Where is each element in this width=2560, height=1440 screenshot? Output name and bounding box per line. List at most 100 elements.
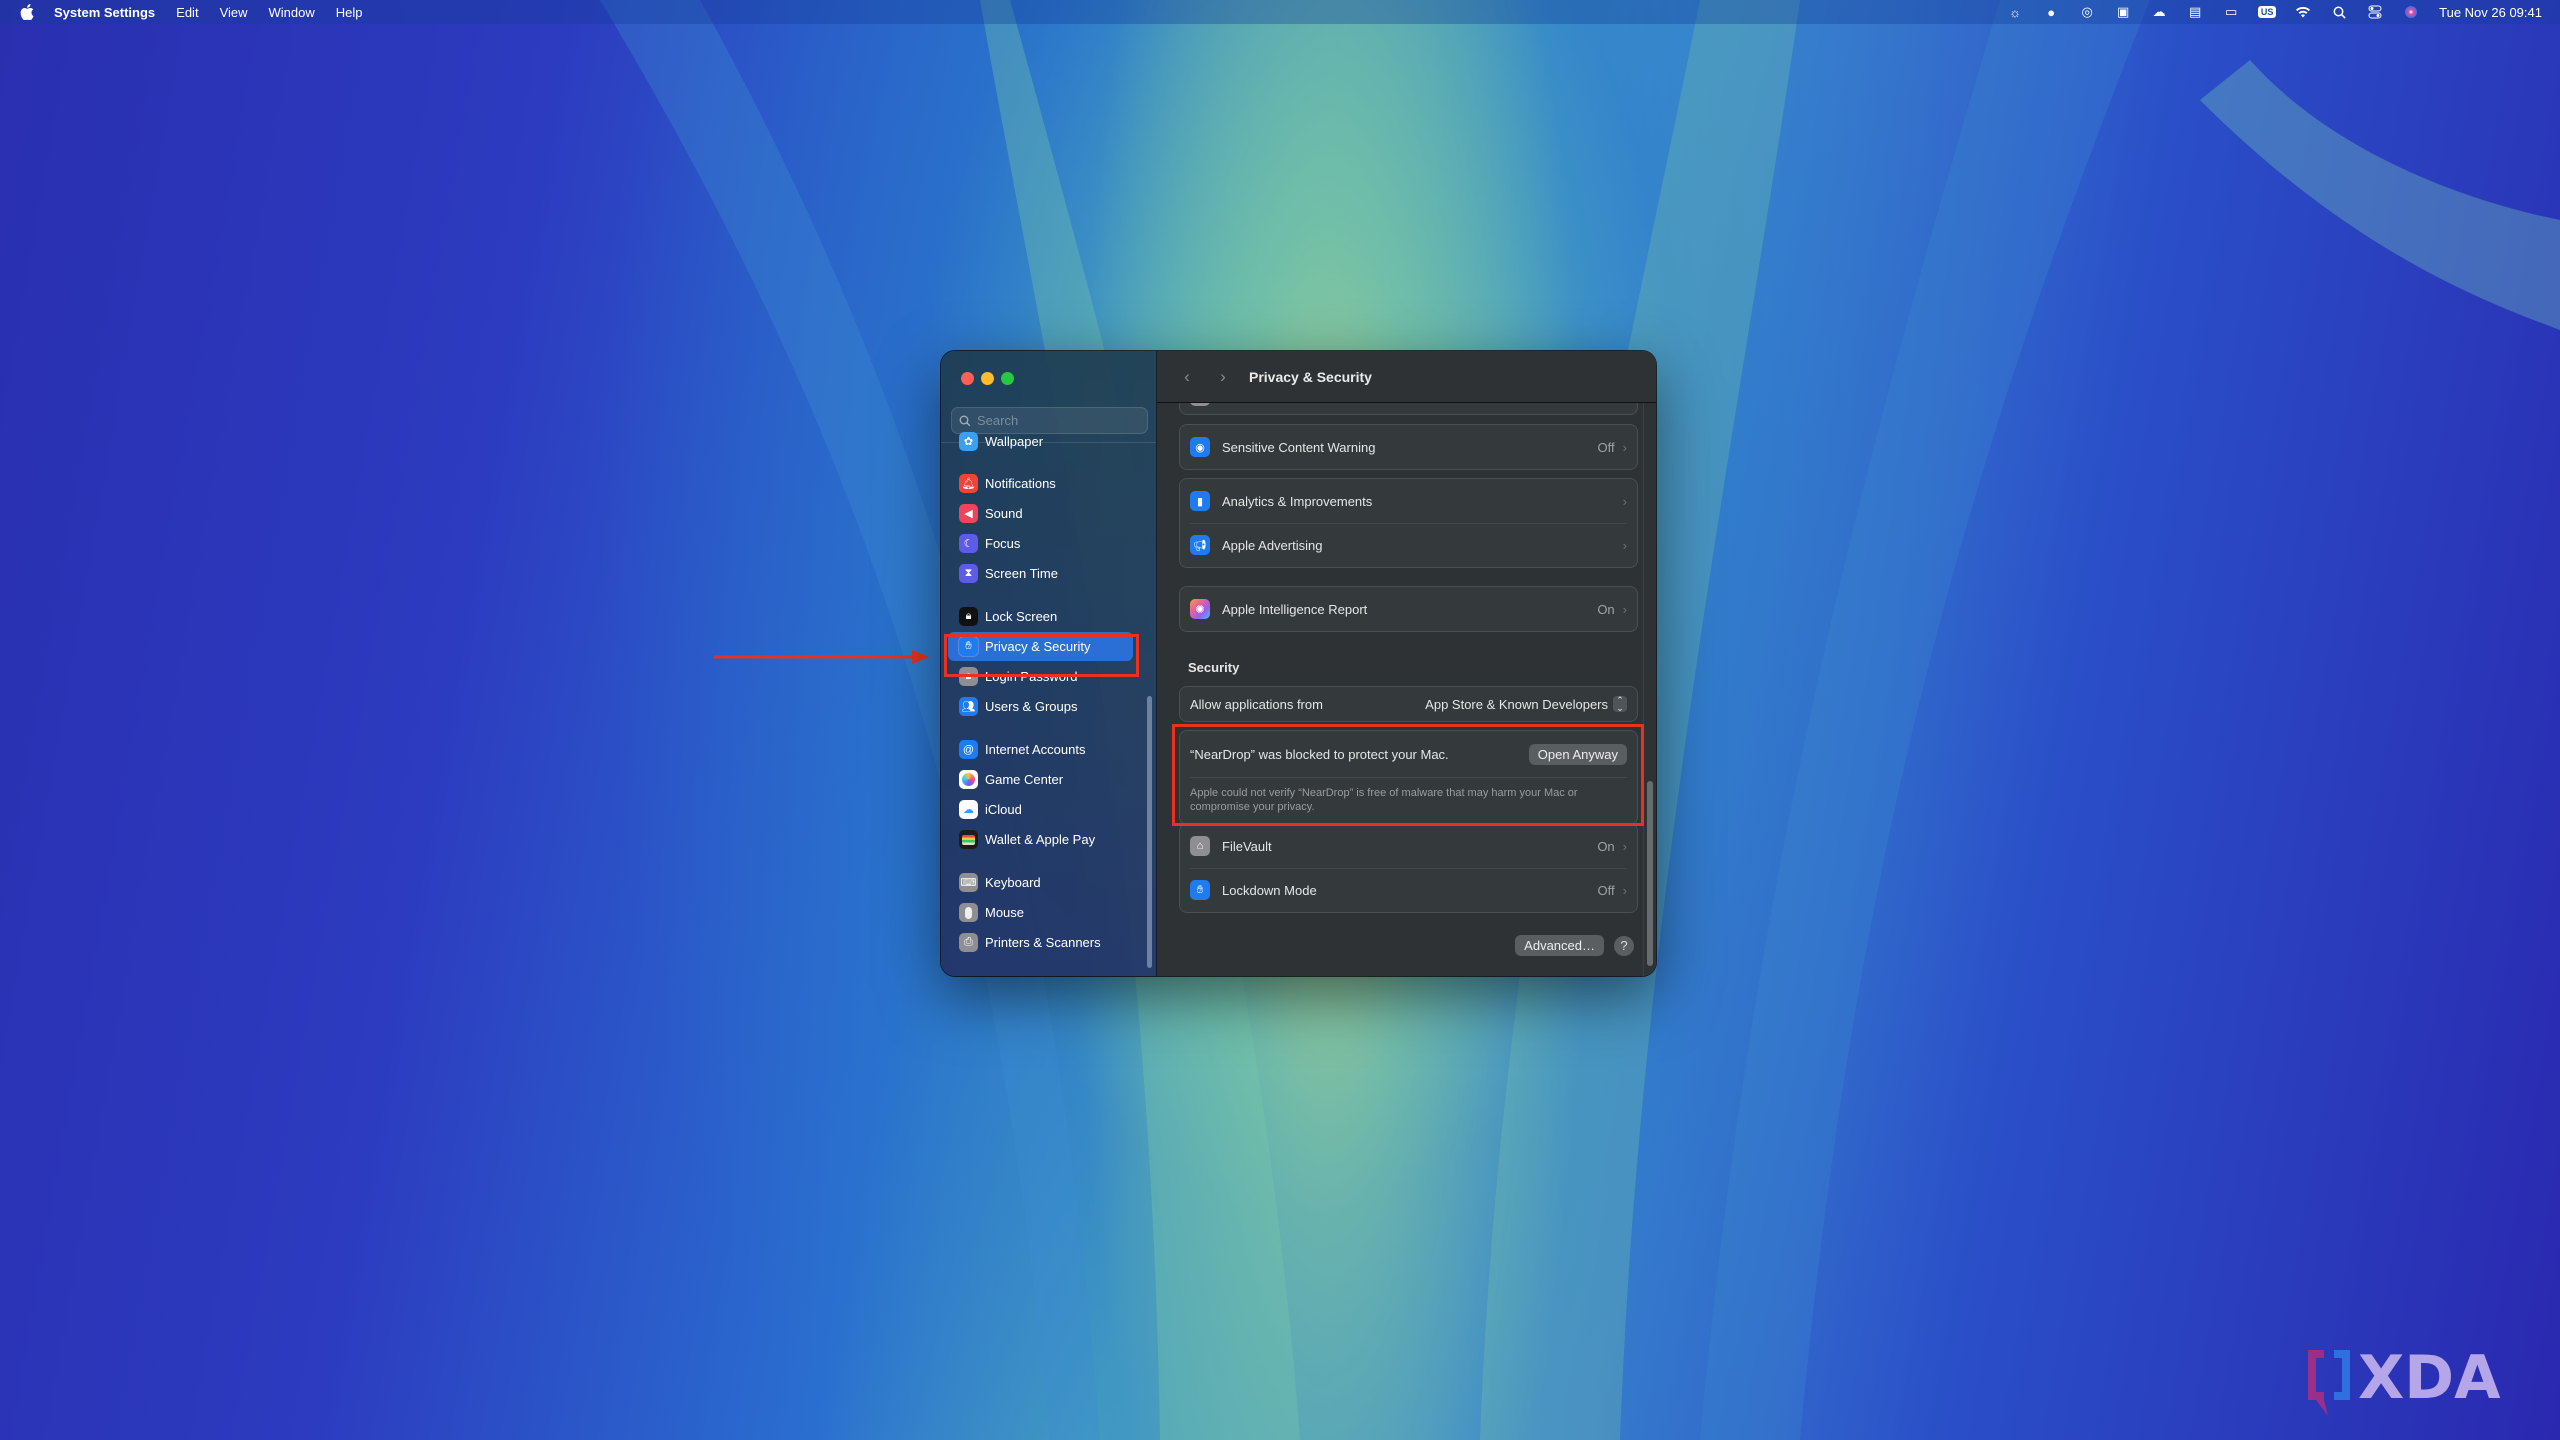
megaphone-icon: 📢︎ [1190,535,1210,555]
brightness-icon[interactable]: ☼ [1997,2,2033,22]
minimize-button[interactable] [981,372,994,385]
apple-intelligence-icon: ✺ [1190,599,1210,619]
blocked-description: Apple could not verify “NearDrop” is fre… [1180,777,1637,824]
wifi-icon[interactable] [2285,2,2321,22]
window-controls [961,372,1014,385]
help-button[interactable]: ? [1614,935,1634,956]
forward-chevron-icon[interactable]: › [1209,367,1237,387]
sidebar-item-label: Internet Accounts [985,742,1086,757]
control-center-icon[interactable] [2357,2,2393,22]
sidebar-item-lock-screen[interactable]: 🔒︎ Lock Screen [948,602,1133,631]
row-label: Apple Intelligence Report [1222,601,1368,617]
notifications-icon: 🔔︎ [959,474,978,493]
blocked-message: “NearDrop” was blocked to protect your M… [1190,746,1449,762]
sidebar-item-game-center[interactable]: Game Center [948,765,1133,794]
sidebar-item-login-password[interactable]: 🔒︎ Login Password [948,662,1133,691]
menu-bar: System Settings Edit View Window Help ☼ … [0,0,2560,24]
sidebar-item-label: iCloud [985,802,1022,817]
menu-help[interactable]: Help [336,5,363,20]
wallpaper-icon: ✿ [959,432,978,451]
footer-actions: Advanced… ? [1515,935,1634,956]
row-analytics-improvements[interactable]: ▮ Analytics & Improvements › [1180,479,1637,523]
menu-window[interactable]: Window [269,5,315,20]
row-apple-advertising[interactable]: 📢︎ Apple Advertising › [1180,523,1637,567]
sidebar-item-keyboard[interactable]: ⌨︎ Keyboard [948,868,1133,897]
sidebar-item-sound[interactable]: ◀︎ Sound [948,499,1133,528]
menu-clock[interactable]: Tue Nov 26 09:41 [2439,5,2542,20]
sidebar-scrollbar[interactable] [1147,696,1152,968]
main-scrollbar[interactable] [1647,781,1653,966]
row-label: Allow applications from [1190,696,1323,712]
balloon-icon[interactable]: ● [2033,2,2069,22]
menu-app-name[interactable]: System Settings [54,5,155,20]
system-settings-window: ✿ Wallpaper 🔔︎ Notifications ◀︎ Sound ☾ … [941,351,1656,976]
sidebar-item-label: Screen Time [985,566,1058,581]
sidebar-item-privacy-security[interactable]: ✋︎ Privacy & Security [948,632,1133,661]
row-label: Apple Advertising [1222,537,1323,553]
chart-bars-icon: ▮ [1190,491,1210,511]
sidebar-item-label: Focus [985,536,1021,551]
sidebar-item-printers-scanners[interactable]: ⎙ Printers & Scanners [948,928,1133,957]
mouse-icon [959,903,978,922]
creative-cloud-icon[interactable]: ◎ [2069,2,2105,22]
sidebar-item-screen-time[interactable]: ⧗ Screen Time [948,559,1133,588]
spotlight-search-icon[interactable] [2321,2,2357,22]
sidebar-item-label: Login Password [985,669,1078,684]
sidebar-item-mouse[interactable]: Mouse [948,898,1133,927]
sidebar-item-label: Keyboard [985,875,1041,890]
chevron-right-icon: › [1622,838,1627,854]
chevron-right-icon: › [1622,537,1627,553]
sidebar-item-users-groups[interactable]: 👥︎ Users & Groups [948,692,1133,721]
annotation-arrow [714,650,929,664]
row-value: On [1597,838,1615,854]
keyboard-input-us-icon[interactable]: US [2249,2,2285,22]
drive-icon[interactable]: ▤ [2177,2,2213,22]
onedrive-cloud-icon[interactable]: ☁ [2141,2,2177,22]
row-lockdown-mode[interactable]: ✋︎ Lockdown Mode Off › [1180,868,1637,912]
row-apple-intelligence-report[interactable]: ✺ Apple Intelligence Report On › [1180,587,1637,631]
main-pane: ‹ › Privacy & Security ◉ Sensitive Conte… [1157,351,1656,976]
row-sensitive-content-warning[interactable]: ◉ Sensitive Content Warning Off › [1180,425,1637,469]
menu-edit[interactable]: Edit [176,5,198,20]
row-blocked-app: “NearDrop” was blocked to protect your M… [1180,731,1637,777]
icloud-icon: ☁ [959,800,978,819]
sidebar-item-label: Wallet & Apple Pay [985,832,1096,847]
sidebar-item-wallet-apple-pay[interactable]: Wallet & Apple Pay [948,825,1133,854]
sidebar-item-focus[interactable]: ☾ Focus [948,529,1133,558]
sidebar-item-internet-accounts[interactable]: @ Internet Accounts [948,735,1133,764]
settings-group-content-warning: ◉ Sensitive Content Warning Off › [1179,424,1638,470]
window-layout-icon[interactable]: ▣ [2105,2,2141,22]
siri-icon[interactable] [2393,2,2429,22]
search-icon [959,415,971,426]
settings-group-allow-apps: Allow applications from App Store & Know… [1179,686,1638,722]
wallet-icon [959,830,978,849]
zoom-button[interactable] [1001,372,1014,385]
row-label: Lockdown Mode [1222,882,1317,898]
open-anyway-button[interactable]: Open Anyway [1528,743,1627,765]
display-icon[interactable]: ▭ [2213,2,2249,22]
search-input[interactable] [977,413,1137,428]
row-filevault[interactable]: ⌂ FileVault On › [1180,824,1637,868]
xda-watermark-logo: XDA [2308,1343,2501,1416]
sidebar-item-icloud[interactable]: ☁ iCloud [948,795,1133,824]
chevron-right-icon: › [1622,439,1627,455]
close-button[interactable] [961,372,974,385]
printer-icon: ⎙ [959,933,978,952]
sidebar-item-label: Mouse [985,905,1025,920]
menu-view[interactable]: View [220,5,248,20]
at-sign-icon: @ [959,740,978,759]
up-down-chevron-icon: ⌃ ⌄ [1613,696,1627,713]
hand-icon: ✋︎ [959,637,978,656]
lock-icon: 🔒︎ [959,667,978,686]
back-chevron-icon[interactable]: ‹ [1173,367,1201,387]
sidebar-item-label: Game Center [985,772,1064,787]
game-center-icon [959,770,978,789]
chevron-right-icon: › [1622,601,1627,617]
sidebar-item-wallpaper[interactable]: ✿ Wallpaper [948,427,1133,456]
xda-text: XDA [2358,1343,2501,1413]
advanced-button[interactable]: Advanced… [1515,935,1604,956]
settings-group-blocked-app: “NearDrop” was blocked to protect your M… [1179,730,1638,825]
sidebar-item-notifications[interactable]: 🔔︎ Notifications [948,469,1133,498]
apple-menu-icon[interactable] [20,4,34,20]
allow-applications-select[interactable]: App Store & Known Developers ⌃ ⌄ [1425,696,1627,713]
